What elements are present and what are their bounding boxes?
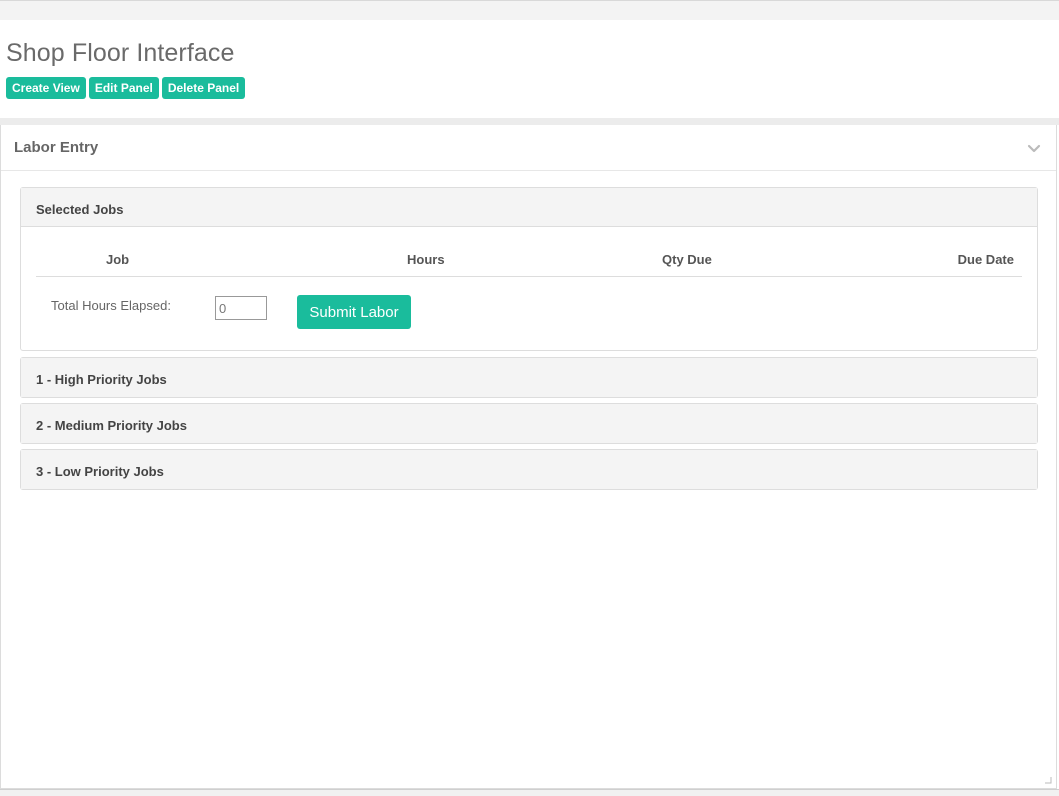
medium-priority-jobs-header[interactable]: 2 - Medium Priority Jobs (21, 404, 1037, 443)
selected-jobs-table: Job Hours Qty Due Due Date (36, 246, 1022, 277)
submit-labor-button[interactable]: Submit Labor (297, 295, 411, 329)
labor-entry-title: Labor Entry (14, 139, 99, 156)
selected-jobs-body: Job Hours Qty Due Due Date Total Hours E… (21, 227, 1037, 350)
medium-priority-jobs-title: 2 - Medium Priority Jobs (36, 418, 187, 433)
toolbar: Create View Edit Panel Delete Panel (6, 77, 246, 99)
total-hours-label: Total Hours Elapsed: (51, 298, 171, 313)
total-hours-input[interactable] (215, 296, 267, 320)
labor-entry-header[interactable]: Labor Entry (1, 125, 1056, 171)
labor-entry-panel: Labor Entry Selected Jobs Job Hours Qty … (0, 125, 1057, 789)
high-priority-jobs-title: 1 - High Priority Jobs (36, 372, 167, 387)
low-priority-jobs-header[interactable]: 3 - Low Priority Jobs (21, 450, 1037, 489)
column-header-hours: Hours (407, 252, 445, 267)
separator-band (0, 118, 1059, 125)
create-view-button[interactable]: Create View (6, 77, 86, 99)
top-strip (0, 0, 1059, 20)
bottom-strip (0, 789, 1059, 796)
selected-jobs-header[interactable]: Selected Jobs (21, 188, 1037, 227)
edit-panel-button[interactable]: Edit Panel (88, 77, 159, 99)
column-header-due-date: Due Date (957, 252, 1014, 267)
medium-priority-jobs-section: 2 - Medium Priority Jobs (20, 403, 1038, 444)
high-priority-jobs-section: 1 - High Priority Jobs (20, 357, 1038, 398)
column-header-job: Job (106, 252, 130, 267)
page-title: Shop Floor Interface (6, 39, 235, 67)
selected-jobs-section: Selected Jobs Job Hours Qty Due Due Date… (20, 187, 1038, 351)
column-header-qty-due: Qty Due (662, 252, 712, 267)
chevron-down-icon[interactable] (1026, 140, 1042, 156)
resize-grip-icon[interactable] (1044, 776, 1052, 784)
page-header: Shop Floor Interface Create View Edit Pa… (0, 20, 1059, 118)
high-priority-jobs-header[interactable]: 1 - High Priority Jobs (21, 358, 1037, 397)
selected-jobs-title: Selected Jobs (36, 202, 124, 217)
delete-panel-button[interactable]: Delete Panel (161, 77, 246, 99)
low-priority-jobs-section: 3 - Low Priority Jobs (20, 449, 1038, 490)
low-priority-jobs-title: 3 - Low Priority Jobs (36, 464, 164, 479)
